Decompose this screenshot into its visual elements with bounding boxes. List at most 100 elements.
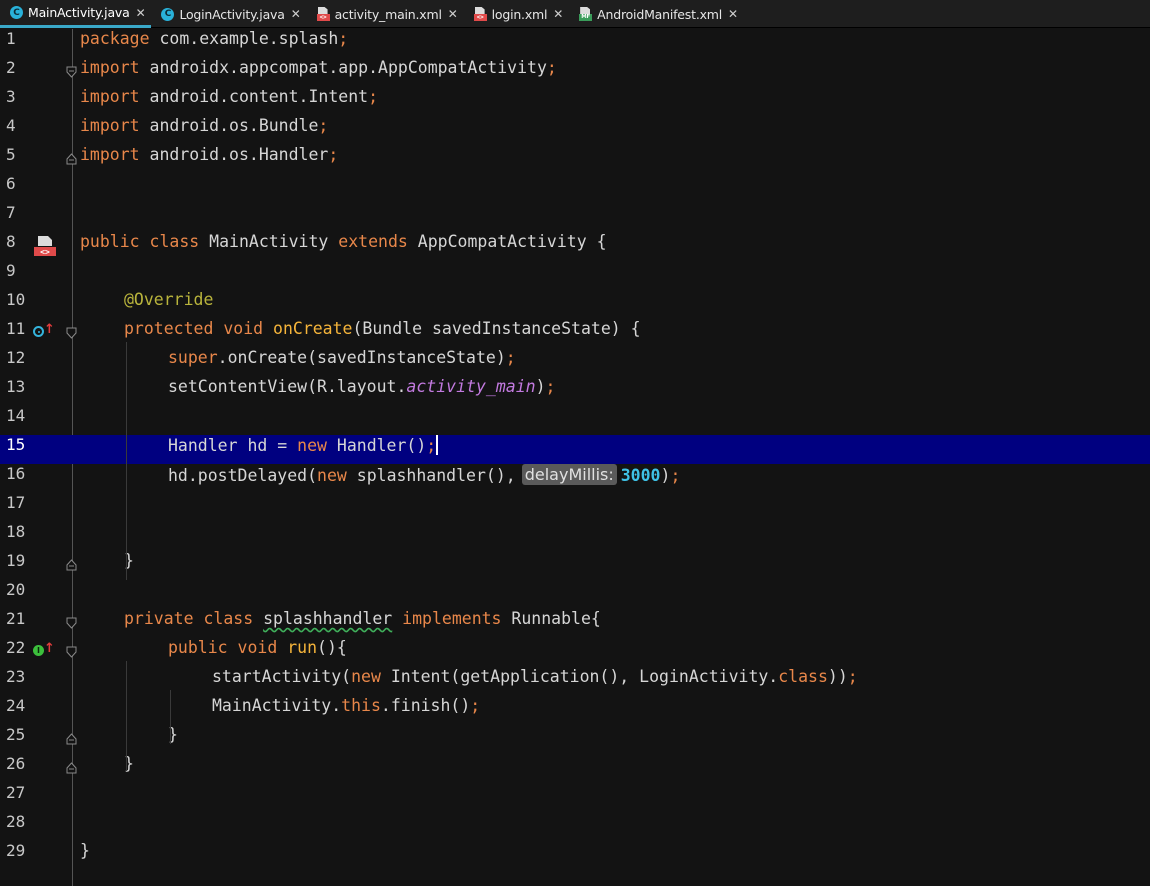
code-line[interactable]: 24 MainActivity.this.finish();	[0, 696, 1150, 725]
indent-guide	[170, 690, 171, 744]
code-line[interactable]: 10 @Override	[0, 290, 1150, 319]
code-line[interactable]: 16 hd.postDelayed(new splashhandler(), de…	[0, 464, 1150, 493]
line-number: 26	[6, 754, 26, 773]
line-number: 18	[6, 522, 26, 541]
close-icon[interactable]: ✕	[291, 7, 301, 21]
java-class-icon: C	[161, 7, 175, 21]
code-text: @Override	[124, 290, 214, 309]
code-text: MainActivity.this.finish();	[212, 696, 481, 715]
line-number: 27	[6, 783, 26, 802]
line-number: 3	[6, 87, 16, 106]
parameter-hint: delayMillis:	[521, 464, 617, 485]
fold-open-icon[interactable]	[66, 66, 77, 78]
editor-tab-bar: C MainActivity.java ✕ C LoginActivity.ja…	[0, 0, 1150, 28]
fold-close-icon[interactable]	[66, 559, 77, 571]
code-text: import android.content.Intent;	[80, 87, 379, 106]
svg-text:<>: <>	[40, 248, 50, 257]
line-number: 6	[6, 174, 16, 193]
code-line[interactable]: 28	[0, 812, 1150, 841]
code-text: hd.postDelayed(new splashhandler(), delay…	[168, 464, 681, 485]
code-line[interactable]: 2 import androidx.appcompat.app.AppCompa…	[0, 58, 1150, 87]
line-number: 25	[6, 725, 26, 744]
code-line[interactable]: 21 private class splashhandler implement…	[0, 609, 1150, 638]
code-line[interactable]: 23 startActivity(new Intent(getApplicati…	[0, 667, 1150, 696]
xml-file-icon	[316, 7, 330, 21]
fold-open-icon[interactable]	[66, 327, 77, 339]
code-text: }	[80, 841, 90, 860]
tab-login-activity-java[interactable]: C LoginActivity.java ✕	[151, 0, 306, 28]
close-icon[interactable]: ✕	[136, 6, 146, 20]
arrow-up-icon: ↑	[44, 641, 55, 656]
tab-android-manifest-xml[interactable]: AndroidManifest.xml ✕	[569, 0, 744, 28]
fold-open-icon[interactable]	[66, 617, 77, 629]
line-number: 10	[6, 290, 26, 309]
code-text: setContentView(R.layout.activity_main);	[168, 377, 556, 396]
tab-label: AndroidManifest.xml	[597, 6, 723, 22]
code-text: import android.os.Handler;	[80, 145, 339, 164]
line-number: 14	[6, 406, 26, 425]
tab-label: login.xml	[491, 6, 548, 22]
code-line[interactable]: 4 import android.os.Bundle;	[0, 116, 1150, 145]
close-icon[interactable]: ✕	[448, 7, 458, 21]
tab-activity-main-xml[interactable]: activity_main.xml ✕	[307, 0, 464, 28]
code-line[interactable]: 12 super.onCreate(savedInstanceState);	[0, 348, 1150, 377]
current-code-line[interactable]: 15 Handler hd = new Handler();	[0, 435, 1150, 464]
line-number: 1	[6, 29, 16, 48]
java-class-icon: C	[10, 6, 23, 19]
text-caret	[436, 435, 439, 455]
code-editor[interactable]: 1 package com.example.splash; 2 import a…	[0, 29, 1150, 886]
fold-close-icon[interactable]	[66, 762, 77, 774]
code-line[interactable]: 19 }	[0, 551, 1150, 580]
implements-method-icon[interactable]: I	[33, 645, 44, 656]
overrides-method-icon[interactable]	[33, 326, 44, 337]
line-number: 19	[6, 551, 26, 570]
line-number: 16	[6, 464, 26, 483]
code-line[interactable]: 5 import android.os.Handler;	[0, 145, 1150, 174]
code-line[interactable]: 8 public class MainActivity extends AppC…	[0, 232, 1150, 261]
line-number: 15	[6, 435, 26, 454]
xml-file-icon	[473, 7, 487, 21]
code-text: import androidx.appcompat.app.AppCompatA…	[80, 58, 557, 77]
code-line[interactable]: 27	[0, 783, 1150, 812]
code-line[interactable]: 11 protected void onCreate(Bundle savedI…	[0, 319, 1150, 348]
line-number: 8	[6, 232, 16, 251]
line-number: 11	[6, 319, 26, 338]
code-line[interactable]: 3 import android.content.Intent;	[0, 87, 1150, 116]
tab-main-activity-java[interactable]: C MainActivity.java ✕	[0, 0, 152, 28]
code-line[interactable]: 17	[0, 493, 1150, 522]
code-text: private class splashhandler implements R…	[124, 609, 601, 628]
tab-login-xml[interactable]: login.xml ✕	[464, 0, 570, 28]
line-number: 12	[6, 348, 26, 367]
fold-close-icon[interactable]	[66, 733, 77, 745]
tab-label: activity_main.xml	[334, 6, 442, 22]
line-number: 29	[6, 841, 26, 860]
code-line[interactable]: 13 setContentView(R.layout.activity_main…	[0, 377, 1150, 406]
line-number: 7	[6, 203, 16, 222]
code-line[interactable]: 18	[0, 522, 1150, 551]
indent-guide	[126, 661, 127, 771]
code-line[interactable]: 22 public void run(){	[0, 638, 1150, 667]
fold-open-icon[interactable]	[66, 646, 77, 658]
code-text: public void run(){	[168, 638, 347, 657]
tab-label: MainActivity.java	[28, 5, 130, 20]
line-number: 4	[6, 116, 16, 135]
line-number: 23	[6, 667, 26, 686]
code-line[interactable]: 9	[0, 261, 1150, 290]
close-icon[interactable]: ✕	[728, 7, 738, 21]
code-line[interactable]: 14	[0, 406, 1150, 435]
line-number: 21	[6, 609, 26, 628]
code-line[interactable]: 25 }	[0, 725, 1150, 754]
fold-close-icon[interactable]	[66, 153, 77, 165]
code-text: package com.example.splash;	[80, 29, 349, 48]
close-icon[interactable]: ✕	[553, 7, 563, 21]
code-line[interactable]: 20	[0, 580, 1150, 609]
code-line[interactable]: 7	[0, 203, 1150, 232]
related-layout-icon[interactable]: <>	[33, 235, 56, 257]
manifest-file-icon	[579, 7, 593, 21]
code-line[interactable]: 29 }	[0, 841, 1150, 870]
line-number: 24	[6, 696, 26, 715]
line-number: 9	[6, 261, 16, 280]
code-line[interactable]: 6	[0, 174, 1150, 203]
code-line[interactable]: 1 package com.example.splash;	[0, 29, 1150, 58]
code-line[interactable]: 26 }	[0, 754, 1150, 783]
